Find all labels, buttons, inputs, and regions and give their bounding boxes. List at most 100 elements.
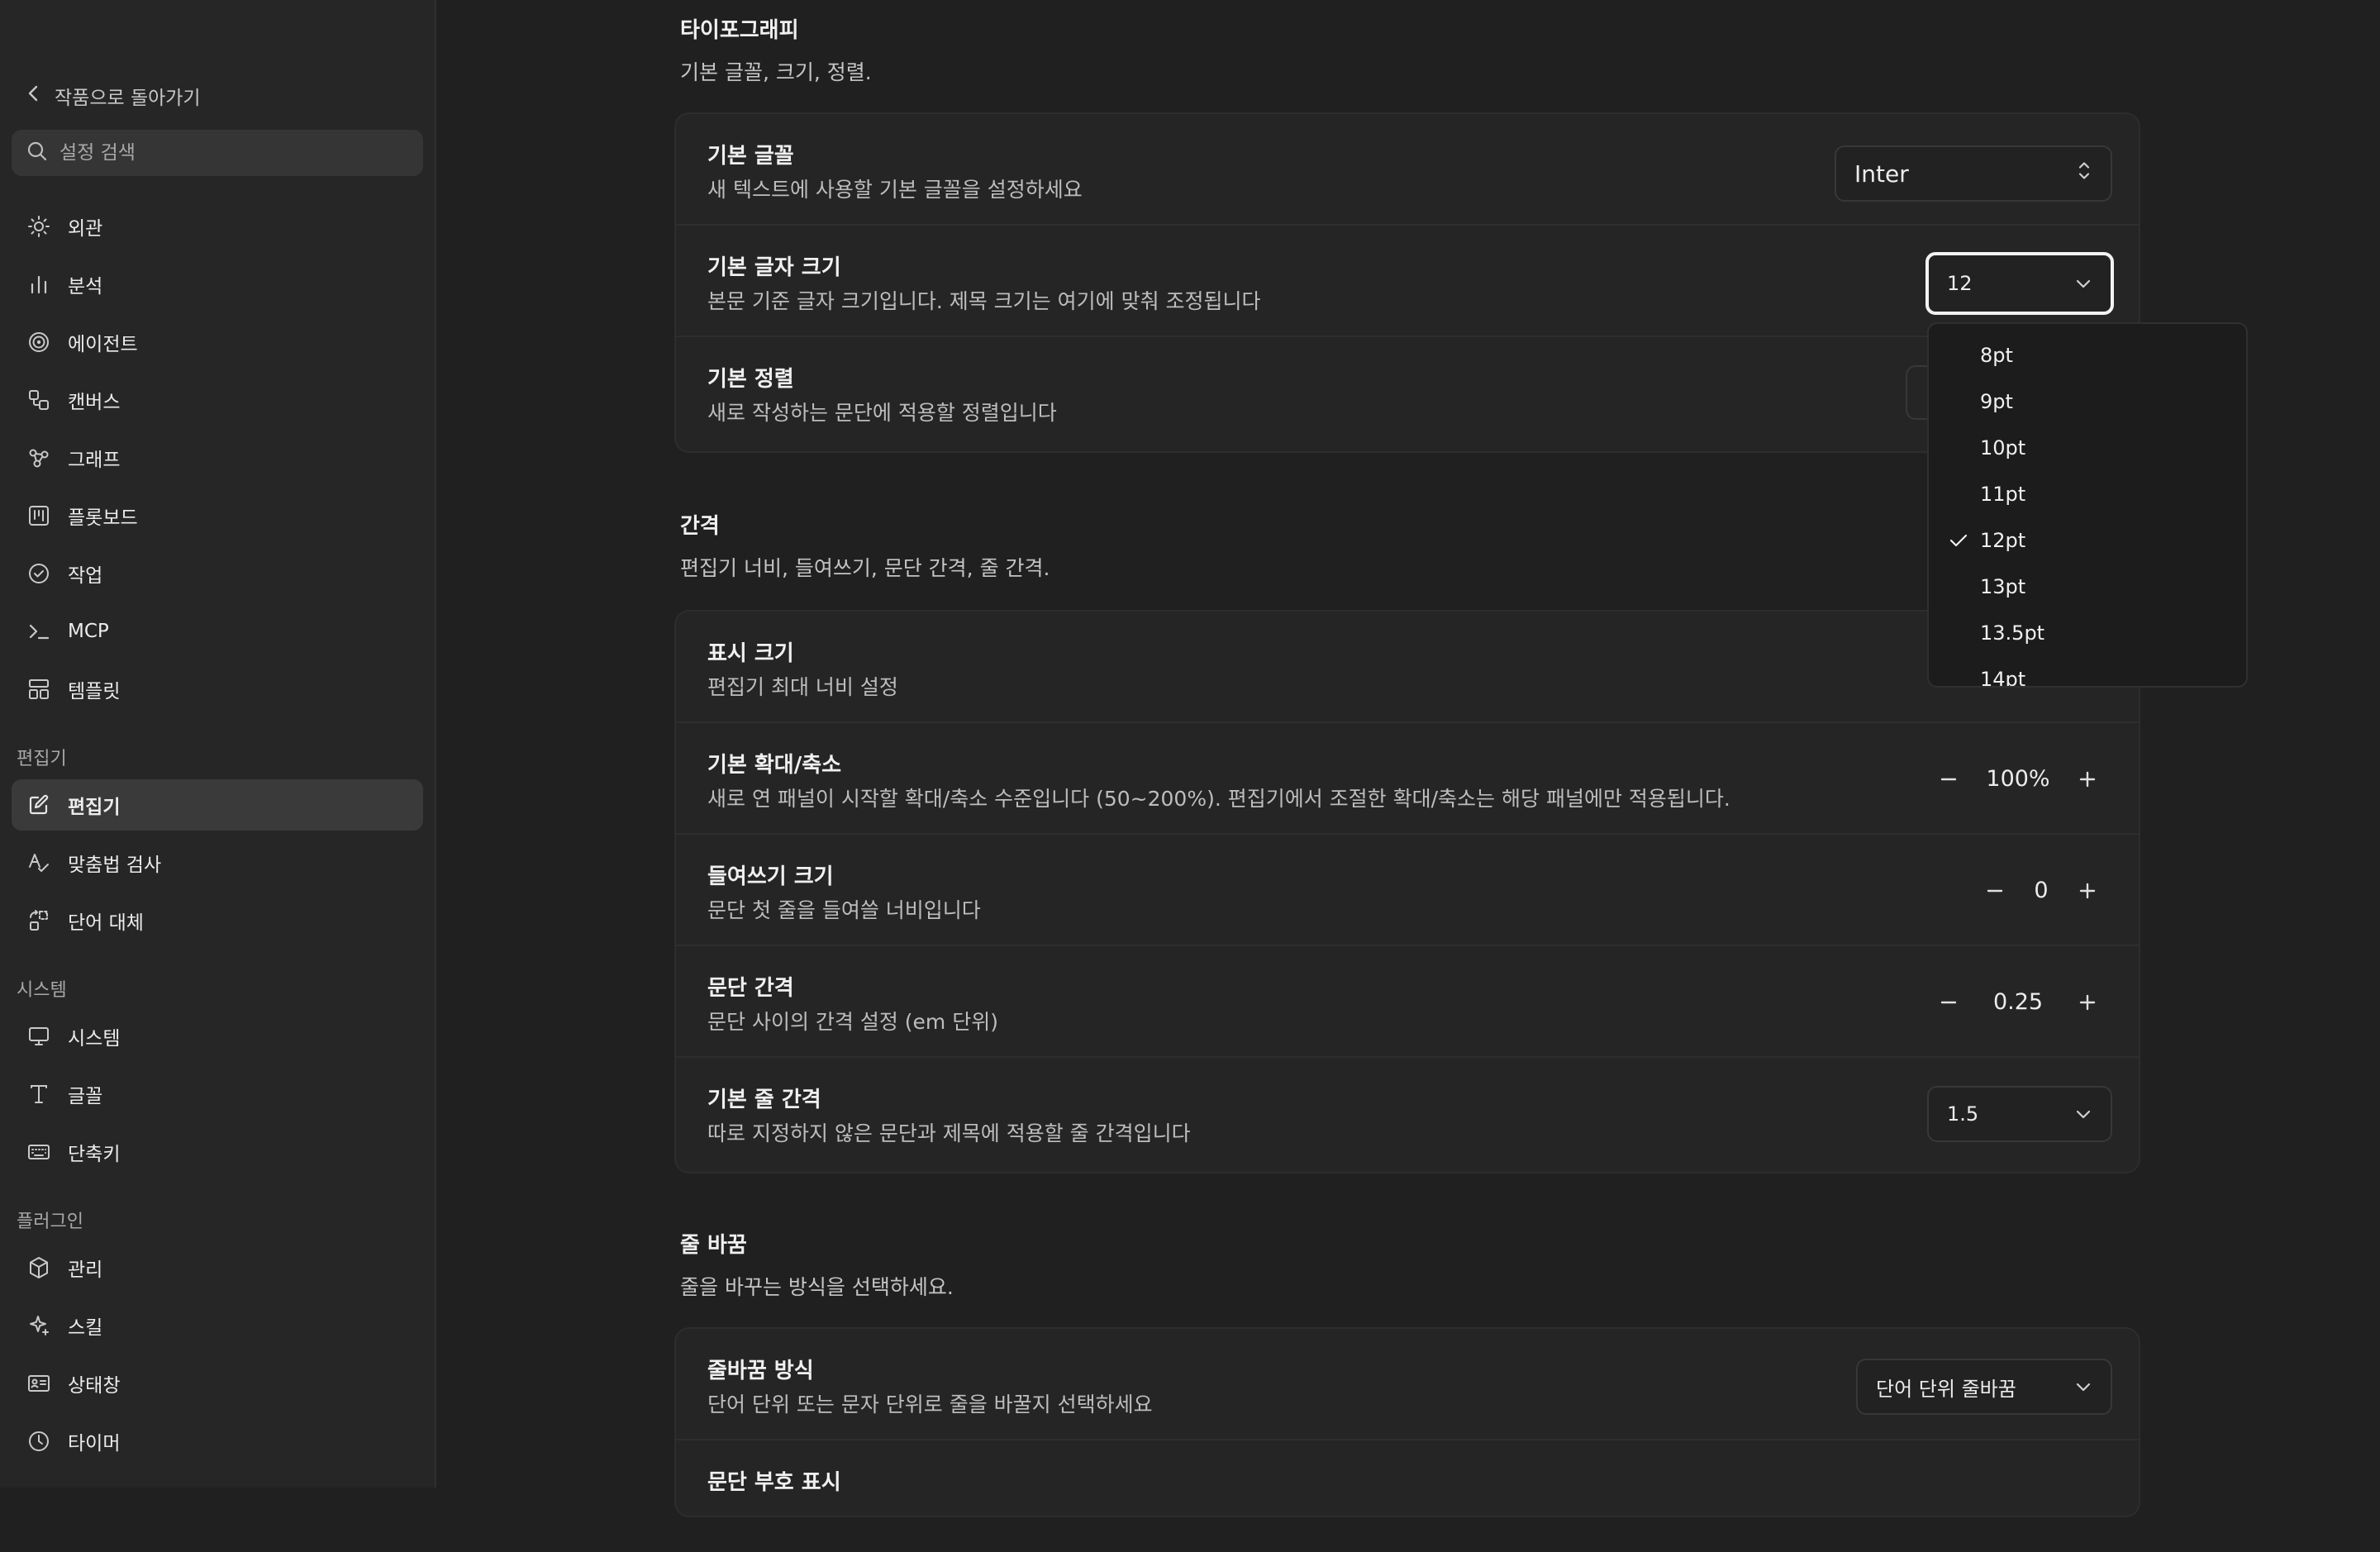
zoom-decrease-button[interactable] — [1929, 759, 1968, 799]
setting-title: 표시 크기 — [707, 641, 794, 666]
section-title-wrap: 줄 바꿈 — [680, 1233, 747, 1258]
settings-search[interactable] — [12, 130, 423, 176]
zoom-increase-button[interactable] — [2068, 759, 2107, 799]
sun-icon — [26, 214, 51, 239]
setting-row-alignment: 기본 정렬 새로 작성하는 문단에 적용할 정렬입니다 — [676, 337, 2139, 449]
sidebar-item-spellcheck[interactable]: 맞춤법 검사 — [12, 837, 423, 888]
sidebar-item-canvas[interactable]: 캔버스 — [12, 374, 423, 426]
dropdown-option[interactable]: 13.5pt — [1929, 610, 2246, 656]
sidebar-item-skills[interactable]: 스킬 — [12, 1300, 423, 1351]
sidebar-item-label: 상태창 — [68, 1375, 121, 1397]
dropdown-option-selected[interactable]: 12pt — [1929, 517, 2246, 564]
line-height-select[interactable]: 1.5 — [1927, 1086, 2112, 1142]
sidebar-item-label: 단축키 — [68, 1144, 121, 1165]
setting-title: 기본 글꼴 — [707, 144, 794, 169]
wrap-mode-select[interactable]: 단어 단위 줄바꿈 — [1856, 1359, 2112, 1415]
sidebar-item-word-replace[interactable]: 단어 대체 — [12, 895, 423, 946]
dropdown-option[interactable]: 8pt — [1929, 332, 2246, 378]
setting-row-default-font: 기본 글꼴 새 텍스트에 사용할 기본 글꼴을 설정하세요 Inter — [676, 114, 2139, 226]
setting-desc: 본문 기준 글자 크기입니다. 제목 크기는 여기에 맞춰 조정됩니다 — [707, 289, 1261, 313]
option-label: 10pt — [1980, 436, 2026, 459]
font-select[interactable]: Inter — [1835, 145, 2112, 202]
setting-title: 문단 간격 — [707, 976, 794, 1001]
edit-icon — [26, 793, 51, 817]
chevron-up-down-icon — [2076, 159, 2092, 189]
sidebar-item-label: 스킬 — [68, 1317, 103, 1339]
sidebar-item-label: 단어 대체 — [68, 912, 144, 934]
sidebar-item-label: 그래프 — [68, 450, 121, 471]
sidebar-item-appearance[interactable]: 외관 — [12, 201, 423, 252]
back-label: 작품으로 돌아가기 — [55, 88, 201, 109]
wrap-mode-select-value: 단어 단위 줄바꿈 — [1876, 1377, 2016, 1401]
chevron-down-icon — [2074, 272, 2092, 295]
option-label: 11pt — [1980, 483, 2026, 506]
sparkle-icon — [26, 1313, 51, 1338]
paragraph-spacing-decrease-button[interactable] — [1929, 983, 1968, 1022]
package-icon — [26, 1255, 51, 1280]
chevron-down-icon — [2074, 1375, 2092, 1398]
setting-row-line-height: 기본 줄 간격 따로 지정하지 않은 문단과 제목에 적용할 줄 간격입니다 1… — [676, 1058, 2139, 1169]
setting-row-paragraph-spacing: 문단 간격 문단 사이의 간격 설정 (em 단위) 0.25 — [676, 946, 2139, 1058]
sidebar-item-agent[interactable]: 에이전트 — [12, 317, 423, 368]
sidebar-item-fonts[interactable]: 글꼴 — [12, 1069, 423, 1120]
sidebar-item-label: 에이전트 — [68, 334, 138, 355]
dropdown-option[interactable]: 10pt — [1929, 425, 2246, 471]
setting-desc: 새로 연 패널이 시작할 확대/축소 수준입니다 (50~200%). 편집기에… — [707, 787, 1730, 811]
sidebar-item-templates[interactable]: 템플릿 — [12, 664, 423, 715]
search-input[interactable] — [58, 141, 408, 164]
sidebar-item-label: 맞춤법 검사 — [68, 855, 162, 876]
sidebar-item-editor[interactable]: 편집기 — [12, 779, 423, 831]
shapes-icon — [26, 388, 51, 412]
spacing-card: 표시 크기 편집기 최대 너비 설정 기본 확대/축소 새로 연 패널이 시작할… — [674, 610, 2140, 1174]
setting-title: 들여쓰기 크기 — [707, 864, 834, 889]
option-label: 8pt — [1980, 344, 2013, 367]
font-size-select[interactable]: 12 — [1925, 252, 2114, 315]
replace-icon — [26, 908, 51, 933]
sidebar-item-plotboard[interactable]: 플롯보드 — [12, 490, 423, 541]
template-icon — [26, 677, 51, 702]
setting-desc: 새 텍스트에 사용할 기본 글꼴을 설정하세요 — [707, 178, 1083, 202]
clock-icon — [26, 1429, 51, 1454]
paragraph-spacing-increase-button[interactable] — [2068, 983, 2107, 1022]
indent-stepper: 0 — [1975, 835, 2107, 946]
setting-row-display-size: 표시 크기 편집기 최대 너비 설정 — [676, 612, 2139, 723]
sidebar-item-label: 타이머 — [68, 1433, 121, 1454]
chevron-down-icon — [2074, 1102, 2092, 1126]
section-label-plugins: 플러그인 — [17, 1212, 83, 1232]
board-icon — [26, 503, 51, 528]
sidebar-item-graph[interactable]: 그래프 — [12, 432, 423, 483]
indent-value: 0 — [2034, 878, 2049, 903]
sidebar-item-mcp[interactable]: MCP — [12, 606, 423, 657]
setting-desc: 문단 첫 줄을 들여쓸 너비입니다 — [707, 898, 981, 922]
dropdown-option[interactable]: 11pt — [1929, 471, 2246, 517]
sidebar: 작품으로 돌아가기 외관 분석 에이전트 캔버스 그래프 플롯보드 작업 MCP — [0, 0, 436, 1488]
back-to-works-link[interactable]: 작품으로 돌아가기 — [26, 79, 201, 112]
section-label-system: 시스템 — [17, 980, 67, 1001]
sidebar-item-system[interactable]: 시스템 — [12, 1011, 423, 1062]
spiral-icon — [26, 330, 51, 355]
section-desc-spacing: 편집기 너비, 들여쓰기, 문단 간격, 줄 간격. — [680, 556, 1050, 580]
sidebar-item-analytics[interactable]: 분석 — [12, 259, 423, 310]
dropdown-option[interactable]: 13pt — [1929, 564, 2246, 610]
setting-desc: 문단 사이의 간격 설정 (em 단위) — [707, 1010, 998, 1034]
sidebar-item-status-window[interactable]: 상태창 — [12, 1358, 423, 1409]
option-label: 13.5pt — [1980, 621, 2045, 645]
setting-title: 기본 글자 크기 — [707, 255, 841, 280]
monitor-icon — [26, 1024, 51, 1049]
spellcheck-icon — [26, 850, 51, 875]
type-icon — [26, 1082, 51, 1107]
indent-increase-button[interactable] — [2068, 871, 2107, 911]
setting-desc: 단어 단위 또는 문자 단위로 줄을 바꿀지 선택하세요 — [707, 1393, 1153, 1416]
sidebar-item-timer[interactable]: 타이머 — [12, 1416, 423, 1467]
setting-title: 기본 줄 간격 — [707, 1088, 821, 1112]
section-desc-typography: 기본 글꼴, 크기, 정렬. — [680, 60, 872, 84]
dropdown-option[interactable]: 9pt — [1929, 378, 2246, 425]
graph-icon — [26, 445, 51, 470]
sidebar-item-shortcuts[interactable]: 단축키 — [12, 1126, 423, 1178]
indent-decrease-button[interactable] — [1975, 871, 2015, 911]
option-label: 9pt — [1980, 390, 2013, 413]
sidebar-item-manage[interactable]: 관리 — [12, 1242, 423, 1293]
sidebar-item-tasks[interactable]: 작업 — [12, 548, 423, 599]
dropdown-option[interactable]: 14pt — [1929, 656, 2246, 686]
sidebar-item-label: 플롯보드 — [68, 507, 138, 529]
